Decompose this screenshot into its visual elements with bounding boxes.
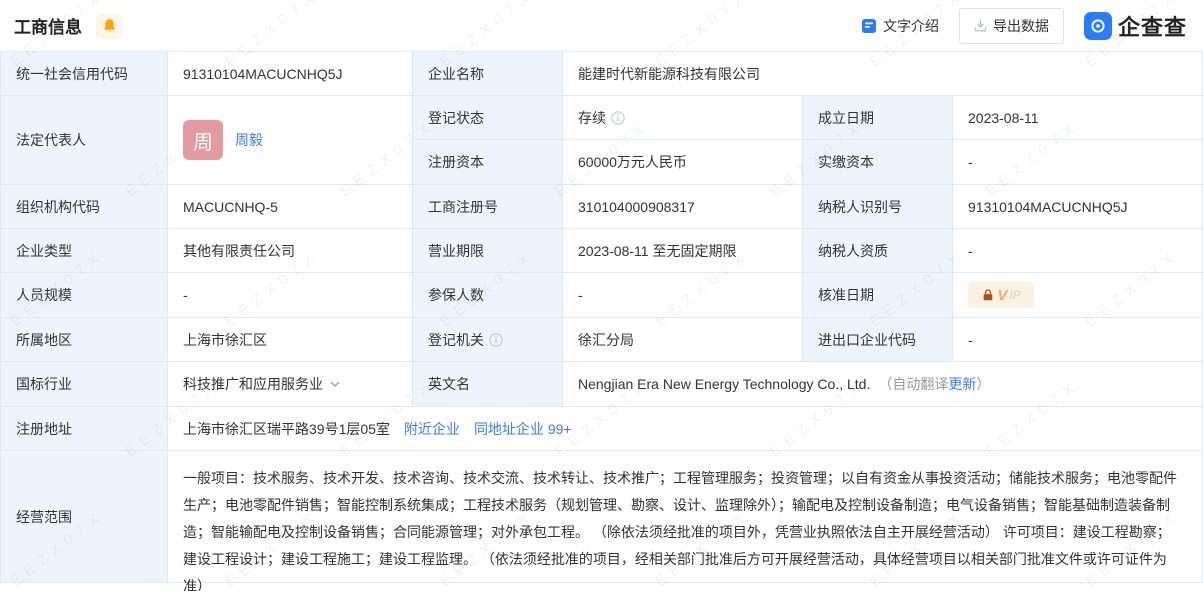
page-title: 工商信息 — [14, 13, 82, 38]
field-value-insured-count: - — [563, 273, 803, 318]
field-value-business-scope: 一般项目：技术服务、技术开发、技术咨询、技术交流、技术转让、技术推广；工程管理服… — [168, 451, 1202, 582]
field-label-reg-address: 注册地址 — [1, 407, 168, 451]
field-label-establish-date: 成立日期 — [803, 96, 953, 140]
same-address-companies-link[interactable]: 同地址企业 99+ — [474, 419, 572, 439]
document-icon — [861, 18, 877, 34]
field-label-industry: 国标行业 — [1, 362, 168, 407]
info-icon[interactable] — [489, 333, 503, 347]
field-value-biz-term: 2023-08-11 至无固定期限 — [563, 229, 803, 273]
auto-translate-note: （自动翻译更新） — [878, 374, 990, 394]
qichacha-brand[interactable]: 企查查 — [1084, 10, 1187, 42]
field-label-paid-capital: 实缴资本 — [803, 140, 953, 185]
field-value-approval-date: VIP — [953, 273, 1202, 318]
monitor-bell-button[interactable] — [96, 13, 122, 39]
qichacha-logo-icon — [1084, 12, 1112, 40]
english-name-text: Nengjian Era New Energy Technology Co., … — [578, 376, 870, 392]
field-value-industry: 科技推广和应用服务业 — [168, 362, 413, 407]
field-value-company-type: 其他有限责任公司 — [168, 229, 413, 273]
field-label-reg-capital: 注册资本 — [413, 140, 563, 185]
field-value-import-export: - — [953, 318, 1202, 362]
translate-update-link[interactable]: 更新 — [948, 376, 976, 392]
field-value-reg-address: 上海市徐汇区瑞平路39号1层05室 附近企业 同地址企业 99+ — [168, 407, 1202, 451]
field-value-legal-rep: 周 周毅 — [168, 96, 413, 185]
field-value-establish-date: 2023-08-11 — [953, 96, 1202, 140]
field-value-company-name: 能建时代新能源科技有限公司 — [563, 52, 1202, 96]
legal-rep-avatar: 周 — [183, 120, 223, 160]
nearby-companies-link[interactable]: 附近企业 — [404, 419, 460, 439]
vip-locked-value[interactable]: VIP — [968, 282, 1034, 308]
field-value-staff-size: - — [168, 273, 413, 318]
info-icon[interactable] — [611, 111, 625, 125]
field-label-taxpayer-qual: 纳税人资质 — [803, 229, 953, 273]
reg-address-text: 上海市徐汇区瑞平路39号1层05室 — [183, 419, 390, 439]
field-label-credit-code: 统一社会信用代码 — [1, 52, 168, 96]
field-value-reg-authority: 徐汇分局 — [563, 318, 803, 362]
reg-status-text: 存续 — [578, 108, 606, 128]
field-value-english-name: Nengjian Era New Energy Technology Co., … — [563, 362, 1202, 407]
field-value-reg-status: 存续 — [563, 96, 803, 140]
field-value-region: 上海市徐汇区 — [168, 318, 413, 362]
field-label-insured-count: 参保人数 — [413, 273, 563, 318]
field-label-taxpayer-id: 纳税人识别号 — [803, 185, 953, 229]
lock-icon — [981, 288, 995, 302]
vip-v-text: V — [997, 287, 1007, 304]
business-info-page: EEZX07XEEZX07XEEZX07XEEZX07XEEZX07XEEZX0… — [0, 0, 1203, 591]
field-label-reg-status: 登记状态 — [413, 96, 563, 140]
field-label-company-type: 企业类型 — [1, 229, 168, 273]
field-value-credit-code: 91310104MACUCNHQ5J — [168, 52, 413, 96]
text-intro-button[interactable]: 文字介绍 — [861, 16, 939, 36]
field-label-english-name: 英文名 — [413, 362, 563, 407]
field-label-reg-authority: 登记机关 — [413, 318, 563, 362]
field-value-taxpayer-qual: - — [953, 229, 1202, 273]
export-data-button[interactable]: 导出数据 — [959, 8, 1064, 44]
field-value-biz-reg-no: 310104000908317 — [563, 185, 803, 229]
field-label-biz-term: 营业期限 — [413, 229, 563, 273]
field-label-import-export: 进出口企业代码 — [803, 318, 953, 362]
field-label-region: 所属地区 — [1, 318, 168, 362]
export-data-label: 导出数据 — [993, 16, 1049, 36]
legal-rep-link[interactable]: 周毅 — [235, 130, 263, 150]
field-label-biz-reg-no: 工商注册号 — [413, 185, 563, 229]
download-icon — [974, 19, 987, 32]
header-actions: 文字介绍 导出数据 企查查 — [861, 8, 1187, 44]
field-label-approval-date: 核准日期 — [803, 273, 953, 318]
business-info-table: 统一社会信用代码 91310104MACUCNHQ5J 企业名称 能建时代新能源… — [0, 51, 1203, 583]
field-value-reg-capital: 60000万元人民币 — [563, 140, 803, 185]
field-label-legal-rep: 法定代表人 — [1, 96, 168, 185]
field-label-staff-size: 人员规模 — [1, 273, 168, 318]
field-value-taxpayer-id: 91310104MACUCNHQ5J — [953, 185, 1202, 229]
field-label-business-scope: 经营范围 — [1, 451, 168, 582]
qichacha-brand-label: 企查查 — [1118, 10, 1187, 42]
chevron-down-icon[interactable] — [329, 378, 341, 390]
field-label-company-name: 企业名称 — [413, 52, 563, 96]
field-label-org-code: 组织机构代码 — [1, 185, 168, 229]
industry-text: 科技推广和应用服务业 — [183, 374, 323, 394]
reg-authority-label-text: 登记机关 — [428, 330, 484, 350]
field-value-org-code: MACUCNHQ-5 — [168, 185, 413, 229]
field-value-paid-capital: - — [953, 140, 1202, 185]
bell-icon — [102, 18, 117, 33]
vip-ip-text: IP — [1009, 288, 1020, 302]
text-intro-label: 文字介绍 — [883, 16, 939, 36]
section-header: 工商信息 文字介绍 导出数据 企 — [0, 0, 1203, 51]
